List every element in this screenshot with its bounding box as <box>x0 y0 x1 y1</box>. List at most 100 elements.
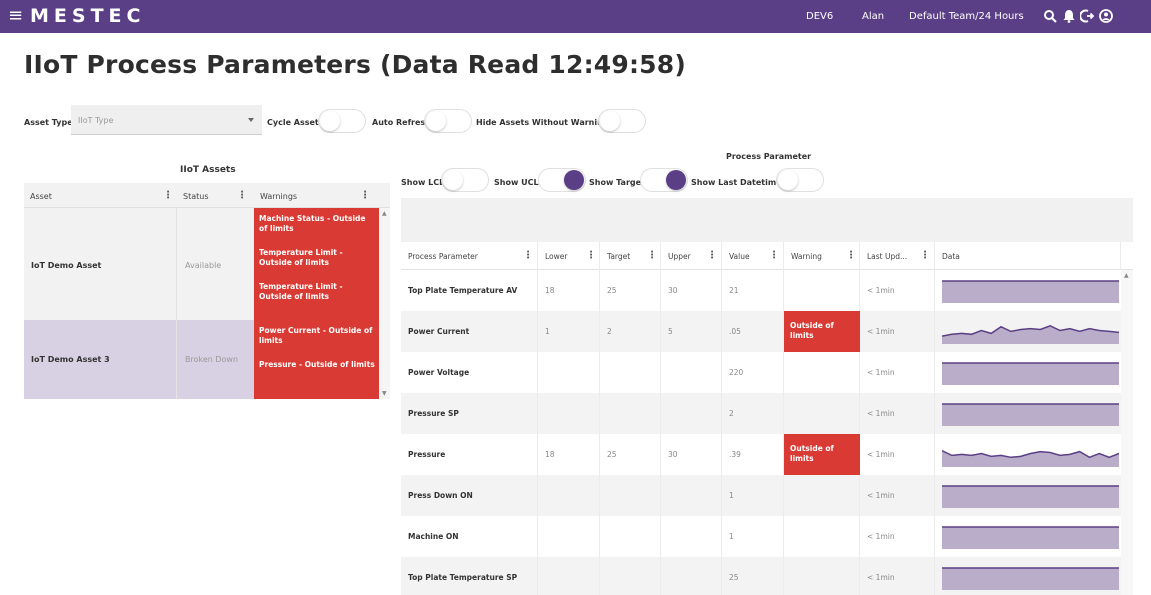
sparkline-area <box>942 363 1119 385</box>
chevron-down-icon <box>248 118 254 122</box>
column-menu-icon[interactable]: ⋮ <box>769 250 779 261</box>
table-row[interactable]: Press Down ON 1 < 1min <box>401 475 1121 516</box>
column-menu-icon[interactable]: ⋮ <box>237 190 247 201</box>
sparkline-area <box>942 486 1119 508</box>
last-updated: < 1min <box>860 311 935 352</box>
table-row[interactable]: IoT Demo Asset 3 Broken Down Power Curre… <box>24 320 379 399</box>
current-value: 220 <box>722 352 784 393</box>
table-row[interactable]: Pressure 18 25 30 .39 < 1min Outside of … <box>401 434 1121 475</box>
last-updated: < 1min <box>860 270 935 311</box>
column-menu-icon[interactable]: ⋮ <box>163 190 173 201</box>
warning-item: Temperature Limit - Outside of limits <box>259 282 343 301</box>
table-row[interactable]: IoT Demo Asset Available Machine Status … <box>24 208 379 320</box>
sparkline-chart <box>942 450 1119 467</box>
column-menu-icon[interactable]: ⋮ <box>586 250 596 261</box>
show-target-toggle[interactable] <box>640 168 688 192</box>
user-icon[interactable] <box>1099 9 1113 23</box>
process-parameter-name: Press Down ON <box>401 475 538 516</box>
asset-name: IoT Demo Asset 3 <box>31 355 110 364</box>
table-row[interactable]: Power Current 1 2 5 .05 < 1min Outside o… <box>401 311 1121 352</box>
column-header-asset[interactable]: Asset <box>24 183 177 208</box>
asset-status: Available <box>185 261 222 270</box>
warning-cell <box>784 516 860 557</box>
scroll-up-icon[interactable]: ▲ <box>1124 272 1129 279</box>
asset-type-select[interactable]: IIoT Type <box>71 105 262 135</box>
table-row[interactable]: Pressure SP 2 < 1min <box>401 393 1121 434</box>
sparkline-chart <box>942 403 1119 426</box>
asset-name: IoT Demo Asset <box>31 261 102 270</box>
column-menu-icon[interactable]: ⋮ <box>523 250 533 261</box>
sparkline-chart <box>942 362 1119 385</box>
warning-badge: Outside of limits <box>784 434 860 475</box>
upper-value: 30 <box>661 270 722 311</box>
show-lcl-toggle[interactable] <box>441 168 489 192</box>
cycle-assets-toggle[interactable] <box>318 109 366 133</box>
current-value: .39 <box>722 434 784 475</box>
sparkline-chart <box>942 280 1119 303</box>
column-header-process-parameter[interactable]: Process Parameter <box>401 242 538 270</box>
page-title: IIoT Process Parameters (Data Read 12:49… <box>24 50 686 79</box>
column-menu-icon[interactable]: ⋮ <box>920 250 930 261</box>
bell-icon[interactable] <box>1062 9 1076 23</box>
upper-value: 30 <box>661 434 722 475</box>
process-parameter-name: Pressure SP <box>401 393 538 434</box>
show-ucl-toggle[interactable] <box>538 168 586 192</box>
table-toolbar <box>401 198 1133 242</box>
show-last-datetime-toggle[interactable] <box>776 168 824 192</box>
warning-item: Pressure - Outside of limits <box>259 360 375 369</box>
process-parameter-name: Top Plate Temperature SP <box>401 557 538 595</box>
last-updated: < 1min <box>860 393 935 434</box>
current-value: 21 <box>722 270 784 311</box>
table-row[interactable]: Top Plate Temperature SP 25 < 1min <box>401 557 1121 595</box>
sparkline-chart <box>942 324 1119 344</box>
last-updated: < 1min <box>860 557 935 595</box>
auto-refresh-toggle[interactable] <box>424 109 472 133</box>
search-icon[interactable] <box>1043 9 1057 23</box>
upper-value <box>661 557 722 595</box>
current-value: 2 <box>722 393 784 434</box>
logout-icon[interactable] <box>1080 9 1094 23</box>
process-parameter-caption: Process Parameter <box>726 152 812 161</box>
menu-icon[interactable]: ≡ <box>8 6 23 26</box>
asset-type-placeholder: IIoT Type <box>78 116 114 125</box>
user-name[interactable]: Alan <box>862 11 884 23</box>
column-menu-icon[interactable]: ⋮ <box>647 250 657 261</box>
auto-refresh-label: Auto Refresh <box>372 118 431 127</box>
current-value: 25 <box>722 557 784 595</box>
target-value: 25 <box>600 434 661 475</box>
hide-assets-label: Hide Assets Without Warning <box>476 118 609 127</box>
app-logo[interactable]: MESTEC <box>30 5 145 27</box>
column-menu-icon[interactable]: ⋮ <box>707 250 717 261</box>
scroll-up-icon[interactable]: ▲ <box>382 210 387 217</box>
last-updated: < 1min <box>860 434 935 475</box>
process-parameter-name: Power Current <box>401 311 538 352</box>
process-table-scrollbar[interactable]: ▲ <box>1121 270 1133 595</box>
show-lcl-label: Show LCL <box>401 178 445 187</box>
table-row[interactable]: Power Voltage 220 < 1min <box>401 352 1121 393</box>
column-menu-icon[interactable]: ⋮ <box>846 250 856 261</box>
table-row[interactable]: Machine ON 1 < 1min <box>401 516 1121 557</box>
lower-value: 18 <box>538 270 600 311</box>
table-row[interactable]: Top Plate Temperature AV 18 25 30 21 < 1… <box>401 270 1121 311</box>
cycle-assets-label: Cycle Assets <box>267 118 324 127</box>
process-parameter-name: Pressure <box>401 434 538 475</box>
current-value: .05 <box>722 311 784 352</box>
last-updated: < 1min <box>860 475 935 516</box>
show-last-datetime-label: Show Last Datetime <box>691 178 782 187</box>
process-table-header: Process Parameter ⋮ Lower ⋮ Target ⋮ Upp… <box>401 242 1133 270</box>
target-value <box>600 557 661 595</box>
process-parameter-name: Machine ON <box>401 516 538 557</box>
column-header-data[interactable]: Data <box>935 242 1121 270</box>
upper-value <box>661 352 722 393</box>
team-selector[interactable]: Default Team/24 Hours <box>909 11 1024 23</box>
assets-scrollbar[interactable]: ▲ ▼ <box>379 208 390 399</box>
target-value <box>600 475 661 516</box>
scroll-down-icon[interactable]: ▼ <box>382 390 387 397</box>
hide-assets-toggle[interactable] <box>598 109 646 133</box>
column-menu-icon[interactable]: ⋮ <box>360 190 370 201</box>
sparkline-chart <box>942 567 1119 590</box>
show-target-label: Show Target <box>589 178 645 187</box>
assets-caption: IIoT Assets <box>180 165 236 175</box>
lower-value <box>538 557 600 595</box>
sparkline-area <box>942 568 1119 590</box>
